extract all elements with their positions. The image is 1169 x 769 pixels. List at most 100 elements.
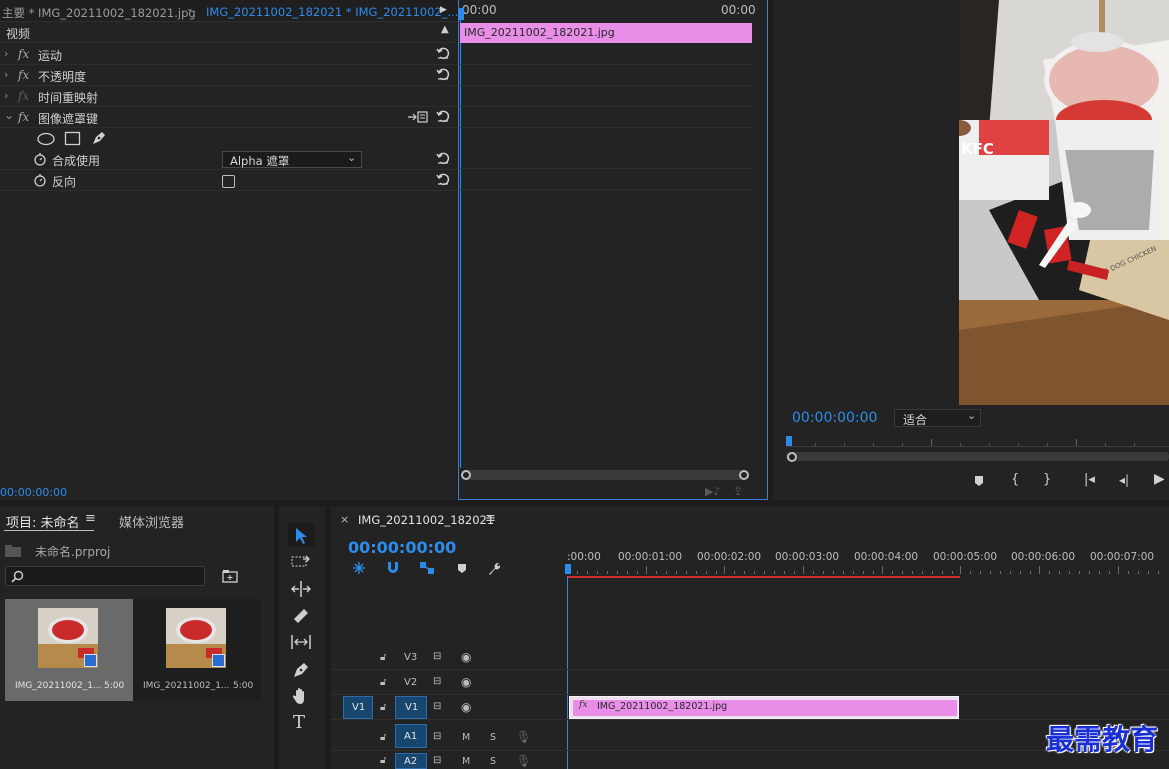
snap-magnet-icon[interactable]	[386, 561, 400, 575]
sync-lock-icon[interactable]: ⊟	[433, 731, 441, 742]
pen-mask-icon[interactable]	[91, 130, 107, 146]
mute-button[interactable]: M	[462, 756, 470, 767]
stopwatch-icon[interactable]	[33, 173, 47, 187]
microphone-icon[interactable]: 🎙︎	[516, 754, 531, 768]
timeline-ruler[interactable]: :00:00 00:00:01:00 00:00:02:00 00:00:03:…	[565, 546, 1169, 578]
sync-lock-icon[interactable]: ⊟	[433, 701, 441, 712]
add-marker-icon[interactable]	[973, 475, 985, 487]
tab-main-clip[interactable]: 主要 * IMG_20211002_182021.jpg	[2, 5, 196, 21]
lock-icon[interactable]: 🔓︎	[380, 732, 386, 743]
scrollbar-right-handle[interactable]	[739, 470, 749, 480]
effect-row-opacity[interactable]: › fx 不透明度	[0, 65, 457, 86]
chevron-right-icon[interactable]: ›	[4, 89, 8, 102]
solo-button[interactable]: S	[490, 756, 496, 767]
hand-tool-icon[interactable]	[292, 687, 310, 705]
lock-icon[interactable]: 🔓︎	[380, 702, 386, 713]
fx-icon[interactable]: fx	[18, 68, 29, 82]
program-ruler[interactable]	[786, 436, 1169, 450]
scrollbar-left-handle[interactable]	[461, 470, 471, 480]
chevron-right-icon[interactable]: ›	[4, 47, 8, 60]
sync-lock-icon[interactable]: ⊟	[433, 651, 441, 662]
tab-sequence-clip[interactable]: IMG_20211002_182021 * IMG_20211002_...	[206, 5, 458, 19]
mark-out-icon[interactable]: }	[1043, 472, 1051, 487]
play-triangle-icon[interactable]: ▶	[440, 5, 447, 15]
linked-selection-icon[interactable]	[419, 561, 435, 575]
step-back-icon[interactable]: ◂|	[1119, 473, 1129, 487]
lock-icon[interactable]: 🔓︎	[380, 677, 386, 688]
microphone-icon[interactable]: 🎙︎	[516, 730, 531, 744]
go-to-in-icon[interactable]: |◂	[1084, 472, 1095, 487]
reset-icon[interactable]	[436, 172, 450, 186]
rectangle-mask-icon[interactable]	[64, 131, 82, 146]
reset-icon[interactable]	[436, 46, 450, 60]
solo-button[interactable]: S	[490, 732, 496, 743]
fx-icon[interactable]: fx	[18, 110, 29, 124]
sync-lock-icon[interactable]: ⊟	[433, 755, 441, 766]
project-search-input[interactable]	[5, 566, 205, 586]
fx-icon[interactable]: fx	[18, 47, 29, 61]
add-marker-icon[interactable]	[457, 563, 467, 574]
pen-tool-icon[interactable]	[293, 661, 310, 678]
setup-dialog-icon[interactable]	[408, 111, 428, 123]
project-item[interactable]: IMG_20211002_1... 5:00	[133, 599, 261, 701]
tab-media-browser[interactable]: 媒体浏览器	[119, 512, 184, 531]
chevron-down-icon[interactable]: ⌄	[4, 108, 14, 122]
lock-icon[interactable]: 🔓︎	[380, 755, 386, 766]
new-bin-icon[interactable]	[222, 569, 238, 583]
slip-tool-icon[interactable]	[290, 634, 312, 650]
zoom-handle[interactable]	[787, 452, 797, 462]
track-target-v1[interactable]: V1	[395, 696, 427, 719]
program-timecode[interactable]: 00:00:00:00	[792, 410, 877, 426]
zoom-scrollbar[interactable]	[461, 470, 749, 480]
chevron-down-icon[interactable]: ⌄	[186, 4, 194, 14]
tab-project[interactable]: 项目: 未命名	[6, 512, 80, 531]
stopwatch-icon[interactable]	[33, 152, 47, 166]
mark-in-icon[interactable]: {	[1011, 472, 1019, 487]
nest-sequence-icon[interactable]	[352, 561, 366, 575]
eye-icon[interactable]: ◉	[461, 675, 471, 689]
mini-playhead-handle[interactable]	[459, 8, 464, 20]
close-sequence-icon[interactable]: ×	[340, 513, 349, 526]
program-video-frame[interactable]: THE DOG CHICKEN KFC	[959, 0, 1169, 405]
project-item-selected[interactable]: IMG_20211002_1... 5:00	[5, 599, 133, 701]
eye-icon[interactable]: ◉	[461, 700, 471, 714]
effect-controls-timecode[interactable]: 00:00:00:00	[0, 486, 67, 499]
chevron-right-icon[interactable]: ›	[4, 68, 8, 81]
ellipse-mask-icon[interactable]	[36, 132, 56, 146]
wrench-settings-icon[interactable]	[487, 561, 502, 576]
program-zoom-bar[interactable]	[786, 452, 1169, 461]
effect-row-motion[interactable]: › fx 运动	[0, 44, 457, 65]
play-icon[interactable]: ▶	[1154, 471, 1165, 487]
track-select-tool-icon[interactable]	[291, 554, 311, 572]
razor-tool-icon[interactable]	[292, 607, 310, 625]
composite-using-dropdown[interactable]: Alpha 遮罩 ⌄	[222, 151, 362, 168]
sync-lock-icon[interactable]: ⊟	[433, 676, 441, 687]
type-tool-icon[interactable]: T	[293, 712, 305, 733]
sequence-tab[interactable]: IMG_20211002_182021	[358, 513, 494, 527]
collapse-up-icon[interactable]: ▲	[441, 24, 449, 35]
audio-only-icon[interactable]: ▶♪	[705, 485, 720, 498]
timeline-clip[interactable]: fx IMG_20211002_182021.jpg	[569, 696, 959, 719]
eye-icon[interactable]: ◉	[461, 650, 471, 664]
program-playhead[interactable]	[786, 436, 792, 446]
invert-checkbox[interactable]	[222, 175, 235, 188]
mute-button[interactable]: M	[462, 732, 470, 743]
reset-icon[interactable]	[436, 151, 450, 165]
source-patch-v1[interactable]: V1	[343, 696, 373, 719]
fit-dropdown[interactable]: 适合 ⌄	[894, 409, 981, 427]
timeline-timecode[interactable]: 00:00:00:00	[348, 538, 456, 557]
effect-row-time-remap[interactable]: › fx 时间重映射	[0, 86, 457, 107]
fx-badge-icon[interactable]: fx	[579, 700, 587, 710]
reset-icon[interactable]	[436, 67, 450, 81]
ripple-edit-tool-icon[interactable]	[291, 581, 311, 597]
track-target-a2[interactable]: A2	[395, 753, 427, 769]
timeline-playhead-handle[interactable]	[565, 564, 571, 574]
mini-timeline-clip[interactable]: IMG_20211002_182021.jpg	[460, 23, 752, 43]
selection-tool-icon[interactable]	[294, 527, 308, 545]
export-icon[interactable]: ⇪	[733, 484, 743, 498]
track-target-a1[interactable]: A1	[395, 724, 427, 748]
effect-row-image-matte-key[interactable]: ⌄ fx 图像遮罩键	[0, 107, 457, 128]
panel-menu-icon[interactable]: ≡	[85, 511, 96, 526]
reset-icon[interactable]	[436, 109, 450, 123]
panel-menu-icon[interactable]: ≡	[485, 511, 496, 526]
